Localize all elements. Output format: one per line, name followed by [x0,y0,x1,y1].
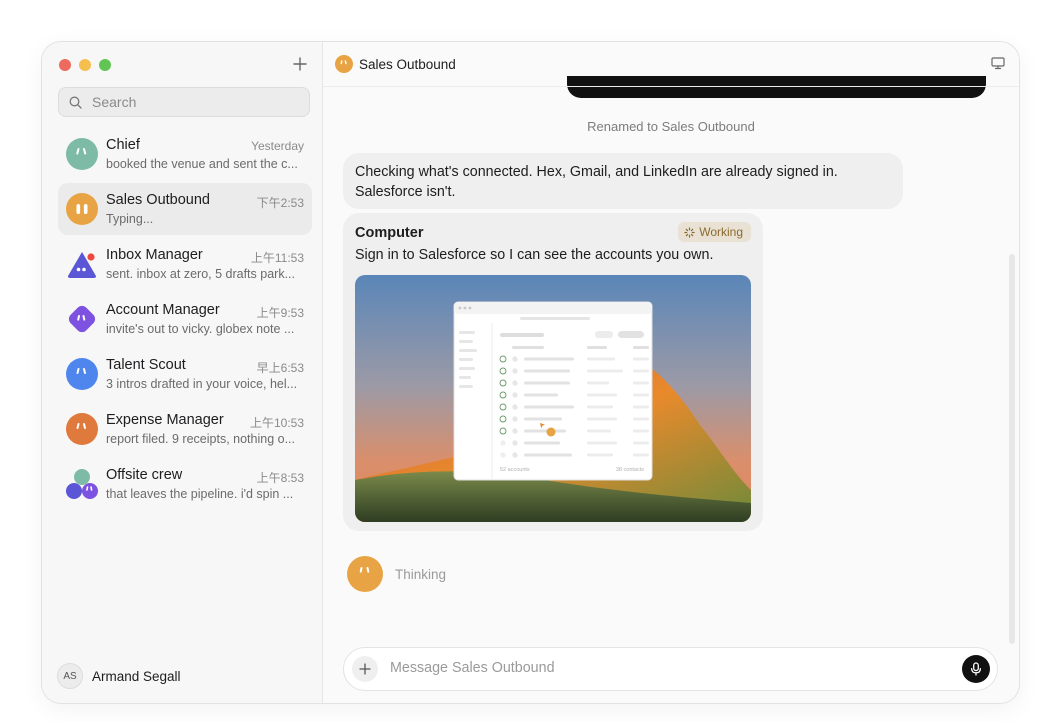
attach-button[interactable] [352,656,378,682]
conversation-time: Yesterday [251,139,304,153]
conversation-list: Chief Yesterday booked the venue and sen… [58,128,312,513]
plus-icon [293,57,307,71]
user-avatar: AS [57,663,83,689]
new-chat-button[interactable] [288,52,312,76]
window-controls [59,59,111,71]
agent-face-icon [335,55,353,73]
card-text: Sign in to Salesforce so I can see the a… [355,247,714,263]
conversation-item-expense-manager[interactable]: Expense Manager 上午10:53 report filed. 9 … [58,403,312,455]
conversation-name: Chief [106,137,140,153]
account-manager-avatar-icon [68,305,96,333]
conversation-name: Expense Manager [106,412,224,428]
thinking-indicator: Thinking [347,556,446,592]
message-input[interactable] [388,659,912,677]
sales-outbound-avatar-icon [66,193,98,225]
talent-scout-avatar-icon [66,358,98,390]
conversation-preview: that leaves the pipeline. i'd spin ... [106,487,294,501]
user-profile[interactable]: AS Armand Segall [57,663,181,689]
status-badge: Working [678,222,751,242]
conversation-item-offsite-crew[interactable]: Offsite crew 上午8:53 that leaves the pipe… [58,458,312,510]
search-input[interactable] [90,93,294,111]
search-box[interactable] [58,87,310,117]
conversation-time: 下午2:53 [256,196,304,210]
group-avatar-icon [66,469,98,499]
conversation-time: 上午8:53 [256,471,304,485]
zoom-window-button[interactable] [99,59,111,71]
conversation-item-account-manager[interactable]: Account Manager 上午9:53 invite's out to v… [58,293,312,345]
user-name: Armand Segall [92,668,181,684]
computer-screenshot[interactable]: 52 accounts 38 contacts [355,275,751,522]
system-note: Renamed to Sales Outbound [587,119,755,134]
status-text: Working [699,225,743,239]
search-icon [69,96,82,109]
app-window: Chief Yesterday booked the venue and sen… [41,41,1020,704]
chat-header: Sales Outbound [323,42,1019,87]
conversation-preview: booked the venue and sent the c... [106,157,298,171]
agent-face-icon [347,556,383,592]
chat-title: Sales Outbound [359,56,456,72]
conversation-item-chief[interactable]: Chief Yesterday booked the venue and sen… [58,128,312,180]
desktop-icon[interactable] [991,56,1005,70]
microphone-icon [970,662,982,676]
conversation-name: Offsite crew [106,467,183,483]
conversation-item-inbox-manager[interactable]: Inbox Manager 上午11:53 sent. inbox at zer… [58,238,312,290]
spinner-icon [684,226,695,238]
close-window-button[interactable] [59,59,71,71]
scrollbar[interactable] [1009,254,1015,644]
sidebar: Chief Yesterday booked the venue and sen… [42,42,323,703]
chief-avatar-icon [66,138,98,170]
expense-manager-avatar-icon [66,413,98,445]
conversation-time: 上午11:53 [250,251,304,265]
conversation-item-sales-outbound[interactable]: Sales Outbound 下午2:53 Typing... [58,183,312,235]
conversation-preview: invite's out to vicky. globex note ... [106,322,295,336]
chat-pane: Sales Outbound Renamed to Sales Outbound… [323,42,1019,703]
conversation-item-talent-scout[interactable]: Talent Scout 早上6:53 3 intros drafted in … [58,348,312,400]
conversation-name: Talent Scout [106,357,186,373]
message-composer [343,647,998,691]
conversation-preview: sent. inbox at zero, 5 drafts park... [106,267,295,281]
computer-task-card: Computer Working Sign in to Salesforce s… [343,213,763,531]
conversation-time: 上午9:53 [256,306,304,320]
voice-input-button[interactable] [962,655,990,683]
conversation-name: Inbox Manager [106,247,203,263]
conversation-name: Sales Outbound [106,192,210,208]
card-title: Computer [355,225,424,241]
minimize-window-button[interactable] [79,59,91,71]
conversation-preview: 3 intros drafted in your voice, hel... [106,377,298,391]
conversation-time: 早上6:53 [256,361,304,375]
conversation-time: 上午10:53 [249,416,304,430]
inbox-manager-avatar-icon [68,252,96,278]
plus-icon [359,663,371,675]
assistant-message: Checking what's connected. Hex, Gmail, a… [343,153,903,209]
thinking-label: Thinking [395,566,447,582]
screenshot-image: 52 accounts 38 contacts [355,275,751,522]
screenshot-footer-left: 52 accounts [500,467,530,473]
conversation-preview: report filed. 9 receipts, nothing o... [106,432,295,446]
conversation-name: Account Manager [106,302,220,318]
conversation-preview: Typing... [106,212,154,226]
screenshot-footer-right: 38 contacts [616,467,644,473]
